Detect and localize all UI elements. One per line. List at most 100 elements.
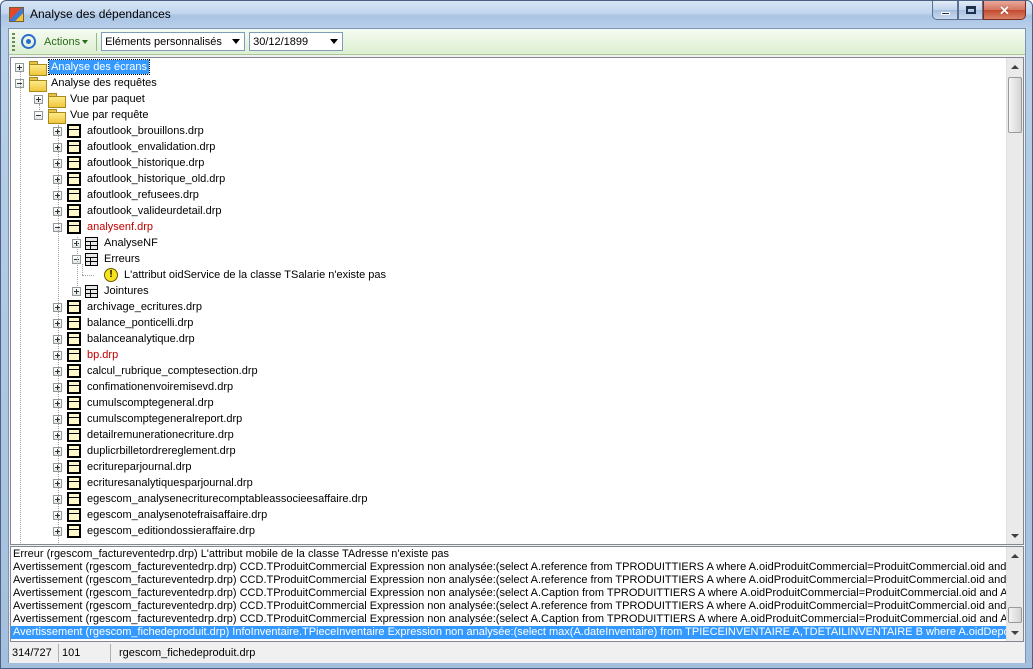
tree-node-label[interactable]: confimationenvoiremisevd.drp [85,380,235,394]
expand-icon[interactable] [15,62,24,72]
tree-node-label[interactable]: cumulscomptegeneral.drp [85,396,216,410]
tree-node-label[interactable]: afoutlook_brouillons.drp [85,124,206,138]
tree-node[interactable]: detailremunerationecriture.drp [53,427,236,443]
toolbar-grip[interactable] [12,32,15,51]
tree-node[interactable]: AnalyseNF [72,235,160,251]
app-icon[interactable] [9,7,24,22]
chevron-down-icon[interactable] [228,33,244,50]
query-file-icon [67,156,81,170]
tree-node-label[interactable]: bp.drp [85,348,120,362]
chevron-down-icon[interactable] [326,33,342,50]
tree-node[interactable]: calcul_rubrique_comptesection.drp [53,363,260,379]
target-icon[interactable] [21,34,36,49]
tree-node-label[interactable]: detailremunerationecriture.drp [85,428,236,442]
log-vertical-scrollbar[interactable] [1006,547,1023,641]
close-button[interactable]: ✕ [983,1,1026,20]
tree-node-label[interactable]: Vue par requête [68,108,150,122]
element-filter-value: Eléments personnalisés [105,35,222,48]
tree-node[interactable]: egescom_editiondossieraffaire.drp [53,523,257,539]
tree-node[interactable]: confimationenvoiremisevd.drp [53,379,235,395]
query-file-icon [67,204,81,218]
tree-node[interactable]: afoutlook_historique_old.drp [53,171,227,187]
dependency-tree[interactable]: Analyse des écrans Analyse des requêtes Vu… [10,57,1024,545]
tree-node-label[interactable]: ecrituresanalytiquesparjournal.drp [85,476,255,490]
date-select[interactable]: 30/12/1899 [249,32,344,51]
tree-node[interactable]: afoutlook_refusees.drp [53,187,201,203]
tree-node-label[interactable]: Vue par paquet [68,92,147,106]
log-entry[interactable]: Avertissement (rgescom_factureventedrp.d… [13,574,1007,587]
log-scroll-thumb[interactable] [1008,607,1022,623]
scroll-up-icon[interactable] [1007,547,1023,564]
warning-icon: ! [104,268,118,282]
scroll-down-icon[interactable] [1007,624,1023,641]
log-entry[interactable]: Avertissement (rgescom_fichedeproduit.dr… [11,626,1007,639]
tree-node[interactable]: ! L'attribut oidService de la classe TSal… [91,267,388,283]
tree-node[interactable]: Jointures [72,283,151,299]
expand-icon[interactable] [72,286,81,296]
tree-node-label[interactable]: balance_ponticelli.drp [85,316,195,330]
minimize-button[interactable] [932,1,958,20]
window-title: Analyse des dépendances [30,7,171,21]
tree-node-label[interactable]: Erreurs [102,252,142,266]
tree-node[interactable]: ecrituresanalytiquesparjournal.drp [53,475,255,491]
collapse-icon[interactable] [34,110,43,120]
tree-node[interactable]: afoutlook_historique.drp [53,155,206,171]
tree-node-label[interactable]: egescom_analysenotefraisaffaire.drp [85,508,269,522]
tree-node[interactable]: afoutlook_valideurdetail.drp [53,203,224,219]
tree-node[interactable]: Analyse des requêtes [15,75,159,92]
tree-node[interactable]: Vue par paquet [34,91,147,108]
tree-node-label[interactable]: ecritureparjournal.drp [85,460,194,474]
scroll-up-icon[interactable] [1007,58,1023,75]
tree-node-label[interactable]: Jointures [102,284,151,298]
tree-node[interactable]: afoutlook_brouillons.drp [53,123,206,139]
tree-node-label[interactable]: AnalyseNF [102,236,160,250]
tree-node-label[interactable]: calcul_rubrique_comptesection.drp [85,364,260,378]
tree-node[interactable]: balanceanalytique.drp [53,331,197,347]
tree-node[interactable]: balance_ponticelli.drp [53,315,195,331]
status-position: 314/727 [9,644,59,662]
tree-node-label[interactable]: afoutlook_historique.drp [85,156,206,170]
tree-node[interactable]: afoutlook_envalidation.drp [53,139,217,155]
query-file-icon [67,188,81,202]
tree-node-label[interactable]: cumulscomptegeneralreport.drp [85,412,244,426]
tree-node[interactable]: cumulscomptegeneral.drp [53,395,216,411]
message-log[interactable]: Erreur (rgescom_factureventedrp.drp) L'a… [10,546,1024,642]
tree-node-label[interactable]: L'attribut oidService de la classe TSala… [122,268,388,282]
tree-node[interactable]: analysenf.drp [53,219,155,235]
tree-vertical-scrollbar[interactable] [1006,58,1023,544]
tree-node[interactable]: ecritureparjournal.drp [53,459,194,475]
tree-node-label[interactable]: afoutlook_envalidation.drp [85,140,217,154]
tree-node-label[interactable]: egescom_editiondossieraffaire.drp [85,524,257,538]
tree-node-label[interactable]: analysenf.drp [85,220,155,234]
tree-node-label[interactable]: afoutlook_refusees.drp [85,188,201,202]
tree-node-label[interactable]: egescom_analysenecriturecomptableassocie… [85,492,369,506]
expand-icon[interactable] [34,94,43,104]
tree-node-label[interactable]: duplicrbilletordrereglement.drp [85,444,238,458]
title-bar[interactable]: Analyse des dépendances ✕ [1,1,1032,28]
minimize-icon [940,11,950,15]
tree-scroll-thumb[interactable] [1008,77,1022,133]
log-entry[interactable]: Erreur (rgescom_factureventedrp.drp) L'a… [13,548,449,561]
element-filter-select[interactable]: Eléments personnalisés [101,32,246,51]
tree-node[interactable]: bp.drp [53,347,120,363]
tree-node-label[interactable]: afoutlook_valideurdetail.drp [85,204,224,218]
log-entry[interactable]: Avertissement (rgescom_factureventedrp.d… [13,600,1007,613]
tree-node[interactable]: egescom_analysenotefraisaffaire.drp [53,507,269,523]
log-entry[interactable]: Avertissement (rgescom_factureventedrp.d… [13,587,1007,600]
tree-node[interactable]: egescom_analysenecriturecomptableassocie… [53,491,369,507]
tree-node[interactable]: Vue par requête [34,107,150,124]
maximize-button[interactable] [958,1,983,20]
tree-node[interactable]: archivage_ecritures.drp [53,299,204,315]
tree-node[interactable]: cumulscomptegeneralreport.drp [53,411,244,427]
tree-node-label[interactable]: Analyse des requêtes [49,76,159,90]
log-entry[interactable]: Avertissement (rgescom_factureventedrp.d… [13,613,1007,626]
actions-menu-button[interactable]: Actions [44,36,89,48]
tree-node-label[interactable]: balanceanalytique.drp [85,332,197,346]
tree-node-label[interactable]: archivage_ecritures.drp [85,300,204,314]
tree-node-label[interactable]: afoutlook_historique_old.drp [85,172,227,186]
tree-node[interactable]: duplicrbilletordrereglement.drp [53,443,238,459]
scroll-down-icon[interactable] [1007,527,1023,544]
log-entry[interactable]: Avertissement (rgescom_factureventedrp.d… [13,561,1007,574]
tree-node[interactable]: Analyse des écrans [15,59,150,76]
tree-node-label[interactable]: Analyse des écrans [48,59,150,75]
